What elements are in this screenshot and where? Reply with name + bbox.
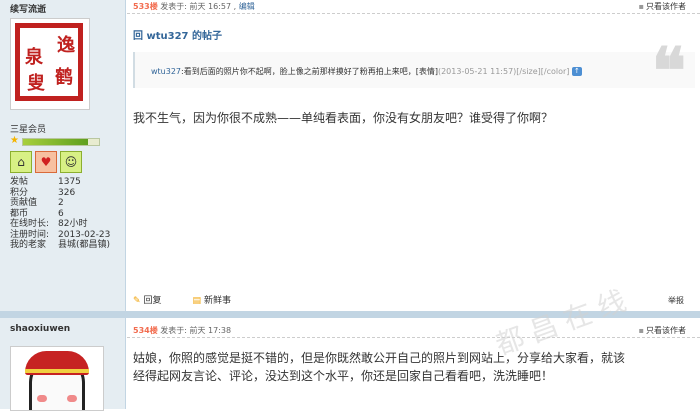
divider [127, 337, 700, 338]
avatar[interactable] [10, 346, 104, 411]
seal-char-1: 逸 [57, 35, 75, 56]
cheek-right [67, 395, 77, 402]
quote-mark-icon: ❝ [651, 34, 686, 109]
divider [127, 13, 700, 14]
home-medal-icon[interactable]: ⌂ [10, 151, 32, 173]
seal-char-2: 泉 [25, 47, 43, 68]
only-author-link[interactable]: ▪ 只看该作者 [639, 325, 686, 336]
heart-medal-icon[interactable]: ♥ [35, 151, 57, 173]
author-sidebar: 续写流逝 逸 泉 鹤 叟 三星会员 ★ ⌂ ♥ ☺ 发帖 1375 积分 326 贡献值… [0, 0, 126, 318]
stat-row: 都币 6 [10, 208, 64, 219]
author-name[interactable]: 续写流逝 [10, 2, 46, 15]
rank-progress [22, 138, 100, 146]
rank-label: 三星会员 [10, 125, 47, 135]
stat-row: 我的老家 县城(都昌镇) [10, 240, 111, 250]
bee-medal-icon[interactable]: ☺ [60, 151, 82, 173]
report-link[interactable]: 举报 [668, 295, 684, 306]
quote-user[interactable]: wtu327 [151, 67, 181, 76]
user-icon: ▪ [638, 2, 644, 11]
post-time: 发表于: 前天 17:38 [160, 326, 232, 335]
seal-char-4: 叟 [27, 73, 45, 94]
reply-icon: ✎ [133, 296, 141, 306]
quote-text: :看到后面的照片你不起啊，脸上像之前那样摸好了粉再拍上来吧，[表情] [181, 67, 438, 76]
seal-char-3: 鹤 [55, 67, 73, 88]
post-actions: ✎ 回复 ▤ 新鲜事 [133, 293, 259, 306]
quote-block: wtu327:看到后面的照片你不起啊，脸上像之前那样摸好了粉再拍上来吧，[表情]… [133, 52, 695, 88]
edit-link[interactable]: 编辑 [239, 2, 255, 11]
floor-number[interactable]: 534楼 [133, 326, 158, 335]
stat-row: 发帖 1375 [10, 177, 81, 187]
author-sidebar: shaoxiuwen [0, 318, 126, 411]
post-body: 533楼 发表于: 前天 16:57 , 编辑 ▪ 只看该作者 回 wtu327 … [127, 0, 700, 318]
medals: ⌂ ♥ ☺ [10, 151, 85, 173]
rank-progress-fill [23, 139, 88, 145]
post-body: 534楼 发表于: 前天 17:38 ▪ 只看该作者 姑娘，你照的感觉是挺不错的，… [127, 318, 700, 409]
avatar[interactable]: 逸 泉 鹤 叟 [10, 18, 90, 110]
post-content-line-1: 姑娘，你照的感觉是挺不错的，但是你既然敢公开自己的照片到网站上，分享给大家看，就… [133, 351, 626, 365]
only-author-link[interactable]: ▪ 只看该作者 [639, 1, 686, 12]
stat-row: 在线时长: 82小时 [10, 219, 88, 229]
stat-row: 注册时间: 2013-02-23 [10, 229, 111, 240]
author-name[interactable]: shaoxiuwen [10, 324, 70, 334]
reply-title: 回 wtu327 的帖子 [133, 31, 222, 42]
jump-to-post-icon[interactable]: ↑ [571, 67, 582, 76]
star-icon: ★ [10, 135, 19, 146]
quote-date: (2013-05-21 11:57)[/size][/color] [437, 67, 570, 76]
author-stats: 发帖 1375 积分 326 贡献值 2 都币 6 在线时长: 82小时 注册时间: 201… [10, 177, 110, 251]
cheek-left [37, 395, 47, 402]
post-content: 我不生气，因为你很不成熟——单纯看表面，你没有女朋友吧？谁受得了你啊？ [133, 111, 554, 125]
news-button[interactable]: ▤ 新鲜事 [192, 296, 245, 306]
hat-band [25, 369, 89, 373]
stat-row: 贡献值 2 [10, 198, 64, 208]
floor-number[interactable]: 533楼 [133, 2, 158, 11]
user-icon: ▪ [638, 326, 644, 335]
news-icon: ▤ [192, 296, 201, 306]
stat-row: 积分 326 [10, 187, 76, 198]
post-content-line-2: 经得起网友言论、评论，没达到这个水平，你还是回家自己看看吧，洗洗睡吧！ [133, 369, 554, 383]
post-time: 发表于: 前天 16:57 [160, 2, 232, 11]
reply-button[interactable]: ✎ 回复 [133, 296, 176, 306]
post-meta: 533楼 发表于: 前天 16:57 , 编辑 [133, 2, 255, 11]
post-meta: 534楼 发表于: 前天 17:38 [133, 325, 231, 336]
